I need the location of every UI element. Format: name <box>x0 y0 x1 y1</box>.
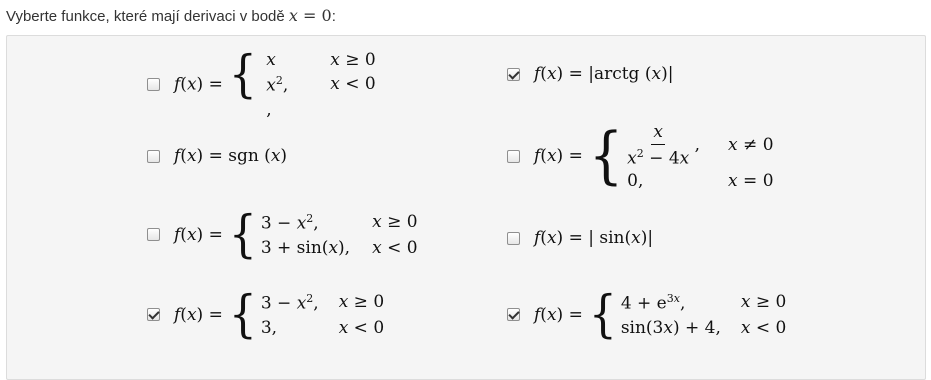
option-2-formula: f(x) = |arctg (x)| <box>534 64 674 84</box>
option-4-formula: f(x) ={ x x2 − 4x , x ≠ 0 0, x = 0 <box>534 119 774 192</box>
options-panel: f(x) ={ x, x ≥ 0 x2, x < 0 f(x) = |arctg… <box>6 35 926 380</box>
option-8-formula: f(x) ={ 4 + e3x, x ≥ 0 sin(3x) + 4, x < … <box>534 284 787 344</box>
question-label: Vyberte funkce, které mají derivaci v bo… <box>6 8 285 25</box>
option-5-checkbox[interactable] <box>147 228 160 242</box>
option-2-checkbox[interactable] <box>507 67 520 81</box>
option-1[interactable]: f(x) ={ x, x ≥ 0 x2, x < 0 <box>147 45 376 120</box>
option-4[interactable]: f(x) ={ x x2 − 4x , x ≠ 0 0, x = 0 <box>507 122 774 191</box>
option-2[interactable]: f(x) = |arctg (x)| <box>507 64 673 84</box>
option-5-formula: f(x) ={ 3 − x2, x ≥ 0 3 + sin(x), x < 0 <box>174 204 418 264</box>
option-1-formula: f(x) ={ x, x ≥ 0 x2, x < 0 <box>174 45 376 120</box>
option-7-checkbox[interactable] <box>147 308 160 322</box>
question-math: x = 0 <box>288 6 332 25</box>
option-6-formula: f(x) = | sin(x)| <box>534 228 654 248</box>
option-6[interactable]: f(x) = | sin(x)| <box>507 228 653 248</box>
option-8-checkbox[interactable] <box>507 308 520 322</box>
option-1-checkbox[interactable] <box>147 78 160 92</box>
option-5[interactable]: f(x) ={ 3 − x2, x ≥ 0 3 + sin(x), x < 0 <box>147 204 418 264</box>
option-7[interactable]: f(x) ={ 3 − x2, x ≥ 0 3, x < 0 <box>147 284 385 344</box>
option-3[interactable]: f(x) = sgn (x) <box>147 146 287 166</box>
option-7-formula: f(x) ={ 3 − x2, x ≥ 0 3, x < 0 <box>174 284 385 344</box>
option-3-formula: f(x) = sgn (x) <box>174 146 288 166</box>
option-8[interactable]: f(x) ={ 4 + e3x, x ≥ 0 sin(3x) + 4, x < … <box>507 284 787 344</box>
question-text: Vyberte funkce, které mají derivaci v bo… <box>6 6 336 25</box>
option-3-checkbox[interactable] <box>147 149 160 163</box>
option-4-checkbox[interactable] <box>507 149 520 163</box>
option-6-checkbox[interactable] <box>507 231 520 245</box>
